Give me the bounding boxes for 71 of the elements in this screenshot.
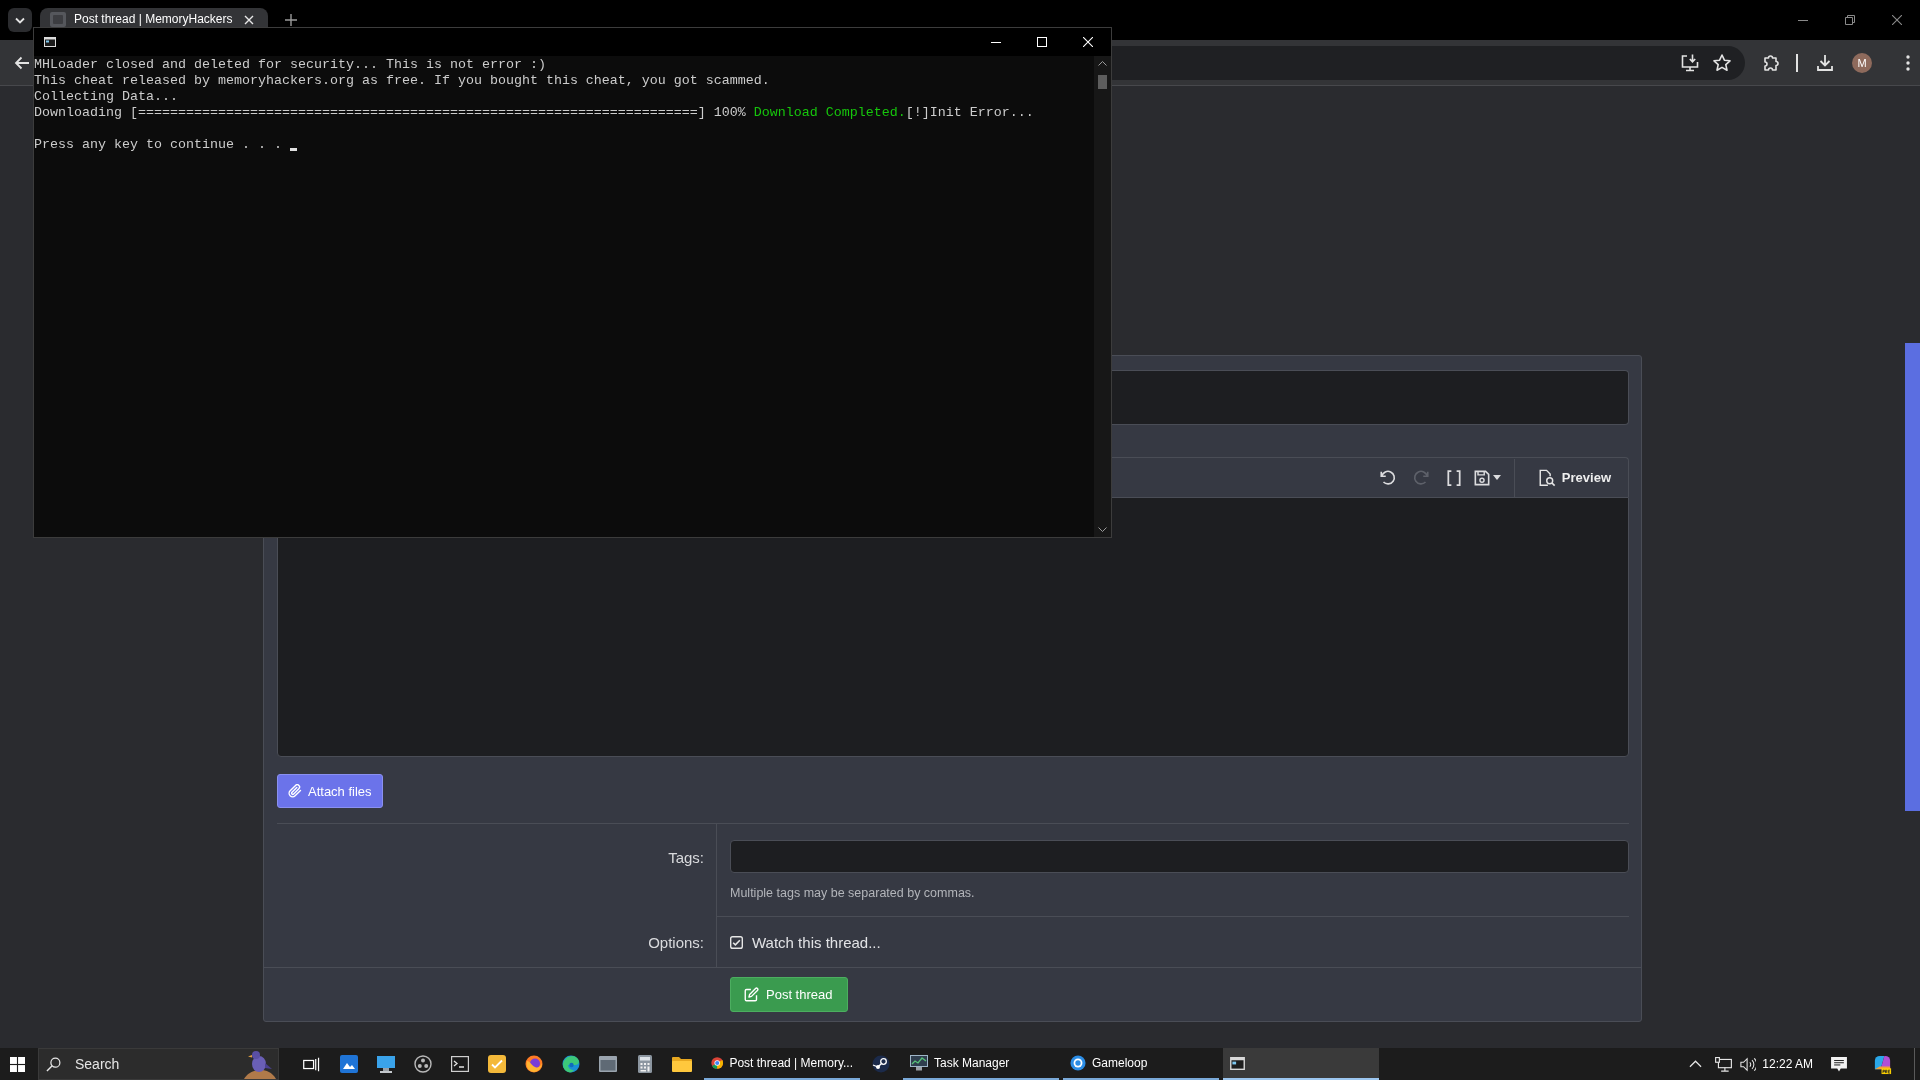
app-logo-icon — [871, 1055, 890, 1073]
chevron-down-icon[interactable] — [1098, 527, 1107, 532]
minimize-icon[interactable] — [1797, 19, 1808, 21]
app-logo-icon[interactable] — [1872, 1053, 1893, 1075]
circle-logo-icon[interactable] — [413, 1055, 432, 1073]
minimize-icon[interactable] — [991, 41, 1001, 43]
field-hint: Multiple tags may be separated by commas. — [730, 886, 976, 900]
task-view-icon[interactable] — [303, 1056, 320, 1072]
browser-icon[interactable] — [524, 1055, 543, 1073]
console-line: Downloading [======================================================================] 100% Download Completed.[!]Init Error... — [34, 105, 1035, 121]
taskbar-window-button[interactable]: Task Manager — [903, 1048, 1059, 1080]
volume-icon[interactable] — [1740, 1056, 1757, 1072]
extensions-icon[interactable] — [1762, 52, 1782, 73]
edit-icon — [744, 987, 759, 1002]
notification-icon[interactable] — [1831, 1056, 1847, 1072]
title-input-field[interactable] — [1112, 370, 1629, 425]
attach-files-button[interactable]: Attach files — [277, 774, 383, 808]
bookmark-star-icon[interactable] — [1712, 52, 1732, 73]
document-search-icon — [1537, 468, 1556, 487]
browser-icon[interactable] — [561, 1055, 580, 1073]
undo-icon[interactable] — [1379, 468, 1398, 487]
clock-time[interactable]: 12:22 AM — [1762, 1057, 1813, 1071]
paperclip-icon — [288, 784, 302, 798]
save-icon[interactable] — [1473, 469, 1490, 486]
terminal-icon[interactable] — [450, 1056, 469, 1072]
search-field[interactable]: Search — [38, 1048, 279, 1080]
field-label: Tags: — [668, 849, 704, 866]
console-line: Collecting Data... — [34, 89, 179, 105]
browser-tab[interactable]: Post thread | MemoryHackers — [40, 8, 268, 27]
download-icon[interactable] — [1815, 52, 1835, 73]
image-app-icon[interactable] — [339, 1055, 358, 1073]
network-icon[interactable] — [1715, 1056, 1733, 1072]
post-thread-button[interactable]: Post thread — [730, 977, 848, 1012]
install-app-icon[interactable] — [1680, 52, 1700, 73]
tags-input-field[interactable] — [730, 840, 1629, 873]
plus-icon[interactable] — [285, 14, 297, 26]
taskbar-window-button[interactable]: Gameloop — [1063, 1048, 1219, 1080]
field-label: Options: — [648, 934, 704, 951]
checkbox[interactable] — [730, 935, 743, 949]
taskbar-window-button[interactable]: Post thread | Memory... — [704, 1048, 860, 1080]
scrollbar-thumb[interactable] — [1098, 75, 1107, 89]
message-input-field[interactable] — [277, 497, 1629, 757]
app-logo-icon — [1070, 1055, 1086, 1071]
checkbox-label[interactable]: Watch this thread... — [752, 933, 881, 951]
caret-down-icon[interactable] — [1492, 475, 1501, 480]
console-icon — [1230, 1056, 1245, 1070]
monitor-icon[interactable] — [375, 1055, 396, 1073]
console-icon — [44, 37, 56, 47]
brackets-icon[interactable] — [1447, 469, 1462, 486]
scrollbar-thumb[interactable] — [1905, 343, 1920, 811]
chevron-down-icon[interactable] — [8, 8, 32, 32]
browser-icon — [711, 1055, 724, 1071]
window-icon[interactable] — [598, 1056, 617, 1072]
restore-icon[interactable] — [1844, 15, 1855, 25]
console-line: This cheat released by memoryhackers.org as free. If you bought this cheat, you got scammed. — [34, 73, 771, 89]
profile-avatar[interactable]: M — [1852, 52, 1872, 73]
calculator-icon[interactable] — [637, 1055, 652, 1073]
preview-button[interactable]: Preview — [1513, 458, 1628, 497]
console-line: MHLoader closed and deleted for security... This is not error :) — [34, 57, 547, 73]
more-menu-icon[interactable] — [1906, 54, 1910, 71]
folder-icon[interactable] — [671, 1056, 692, 1072]
search-icon — [46, 1056, 61, 1072]
start-menu-icon[interactable] — [9, 1056, 25, 1072]
note-icon[interactable] — [487, 1055, 506, 1073]
bird-icon — [242, 1049, 276, 1079]
chevron-up-icon[interactable] — [1098, 61, 1107, 66]
taskbar-window-button[interactable] — [1223, 1048, 1379, 1080]
back-arrow-icon[interactable] — [14, 54, 30, 71]
maximize-icon[interactable] — [1037, 37, 1047, 47]
console-line: Press any key to continue . . . — [34, 137, 282, 153]
monitor-chart-icon — [910, 1055, 928, 1071]
